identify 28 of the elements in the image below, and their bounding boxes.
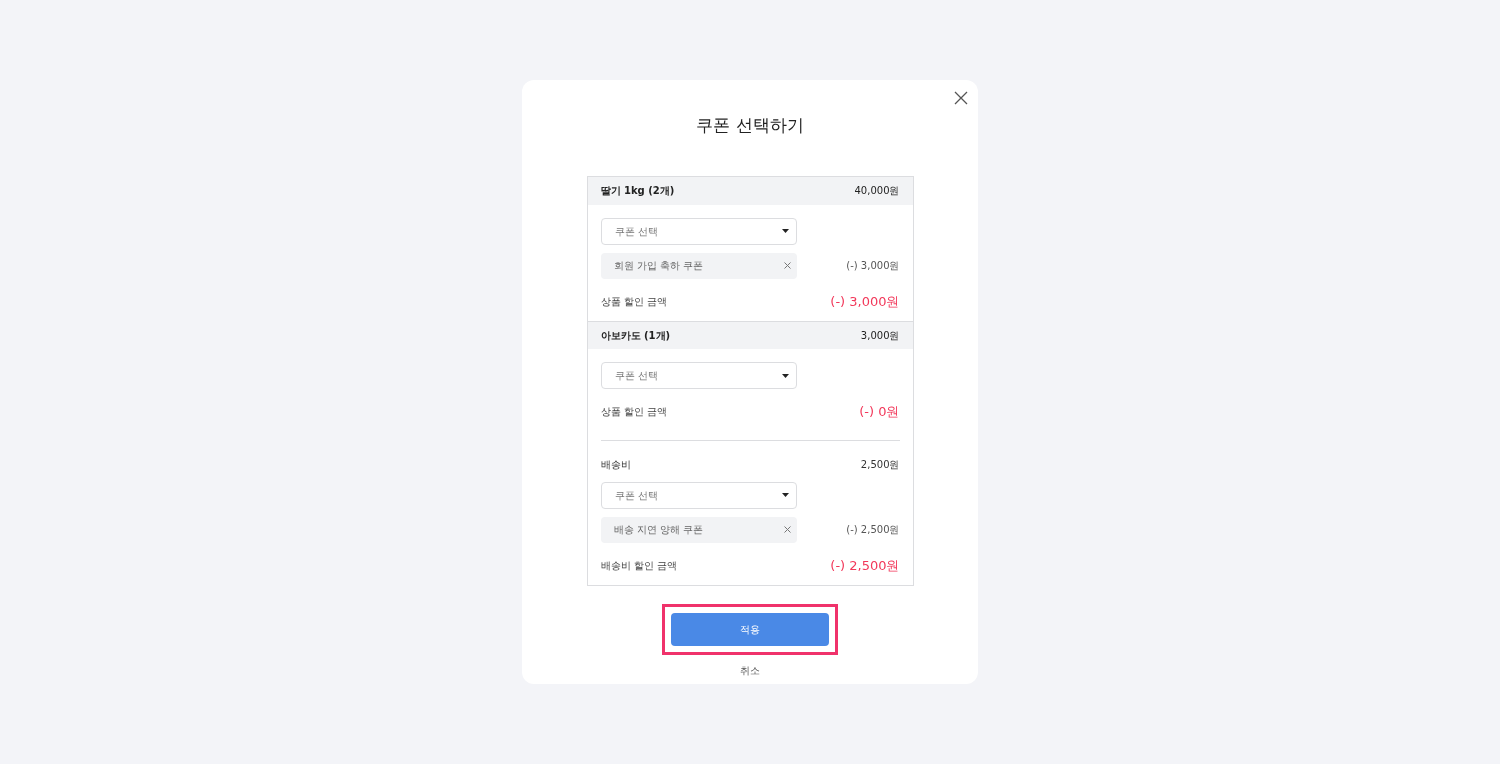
- discount-amount: (-) 3,000원: [830, 292, 900, 311]
- close-icon[interactable]: [954, 91, 968, 105]
- applied-coupon: 배송 지연 양해 쿠폰: [600, 516, 797, 543]
- remove-icon[interactable]: [783, 262, 791, 269]
- applied-coupon: 회원 가입 축하 쿠폰: [600, 252, 797, 279]
- discount-label: 상품 할인 금액: [600, 294, 667, 309]
- shipping-label: 배송비: [600, 457, 631, 472]
- coupon-discount: (-) 3,000원: [846, 259, 900, 273]
- discount-label: 상품 할인 금액: [600, 405, 667, 420]
- coupon-discount: (-) 2,500원: [846, 523, 900, 537]
- dialog-title: 쿠폰 선택하기: [696, 114, 804, 137]
- discount-label: 배송비 할인 금액: [600, 558, 677, 573]
- coupon-select[interactable]: 쿠폰 선택: [600, 362, 797, 389]
- discount-amount: (-) 2,500원: [830, 556, 900, 575]
- apply-button[interactable]: 적용: [671, 613, 829, 646]
- dropdown-caret-icon: [781, 373, 789, 378]
- product-price: 40,000원: [854, 184, 900, 198]
- coupon-select[interactable]: 쿠폰 선택: [600, 481, 797, 509]
- dropdown-caret-icon: [781, 229, 789, 233]
- cancel-link[interactable]: 취소: [740, 663, 760, 678]
- product-price: 3,000원: [860, 329, 900, 343]
- product-name: 아보카도 (1개): [600, 329, 671, 343]
- discount-amount: (-) 0원: [859, 403, 900, 421]
- remove-icon[interactable]: [783, 526, 791, 533]
- coupon-select[interactable]: 쿠폰 선택: [600, 217, 797, 245]
- product-name: 딸기 1kg (2개): [600, 184, 675, 198]
- shipping-price: 2,500원: [860, 457, 900, 472]
- dropdown-caret-icon: [781, 493, 789, 497]
